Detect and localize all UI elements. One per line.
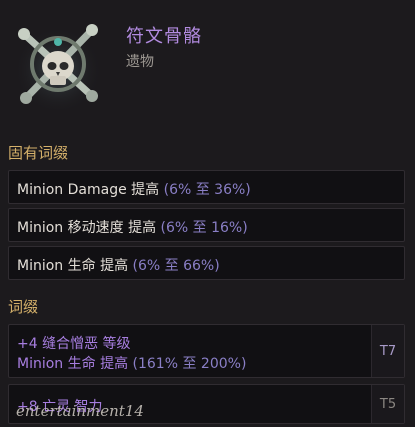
item-name: 符文骨骼: [126, 26, 202, 47]
affix-mod-row[interactable]: +4 缝合憎恶 等级 Minion 生命 提高 (161% 至 200%) T7: [8, 324, 405, 378]
affix-line-2-range: (161% 至 200%): [132, 356, 247, 372]
item-icon: [10, 14, 106, 110]
implicit-mod-row[interactable]: Minion Damage 提高 (6% 至 36%): [8, 170, 405, 204]
affix-line-1: +4 缝合憎恶 等级: [17, 336, 131, 352]
mod-range: (6% 至 66%): [132, 258, 220, 274]
implicit-section-title: 固有词缀: [8, 144, 69, 162]
implicit-mod-row[interactable]: Minion 生命 提高 (6% 至 66%): [8, 246, 405, 280]
affix-line-2-name: Minion 生命 提高: [17, 356, 129, 372]
mod-name: Minion Damage 提高: [17, 182, 160, 198]
mod-range: (6% 至 16%): [160, 220, 248, 236]
item-type: 遗物: [126, 54, 154, 70]
mod-range: (6% 至 36%): [163, 182, 251, 198]
watermark-text: entertainment14: [16, 402, 144, 420]
mod-name: Minion 生命 提高: [17, 258, 129, 274]
tier-badge: T5: [371, 385, 404, 423]
tier-badge: T7: [371, 325, 404, 377]
implicit-mod-row[interactable]: Minion 移动速度 提高 (6% 至 16%): [8, 208, 405, 242]
mod-name: Minion 移动速度 提高: [17, 220, 157, 236]
affix-section-title: 词缀: [8, 298, 39, 316]
